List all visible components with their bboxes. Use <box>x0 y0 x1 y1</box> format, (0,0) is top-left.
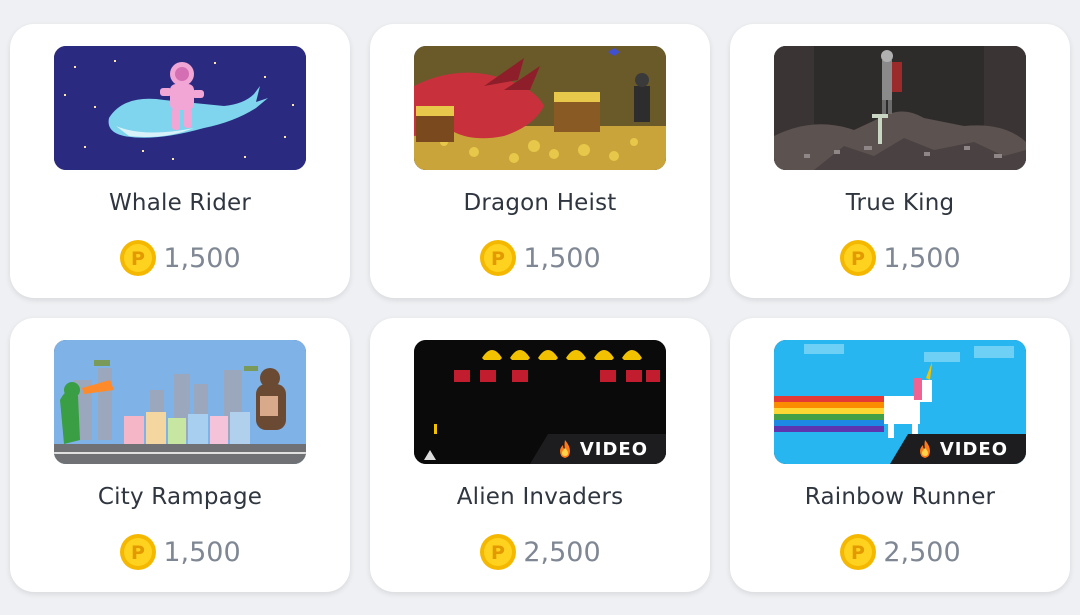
video-label: VIDEO <box>939 438 1008 460</box>
game-price: P 1,500 <box>10 532 350 572</box>
game-card-alien-invaders[interactable]: VIDEO Alien Invaders P 2,500 <box>370 318 710 592</box>
svg-text:P: P <box>491 248 505 270</box>
game-price: P 2,500 <box>370 532 710 572</box>
game-title: City Rampage <box>97 484 263 510</box>
coin-icon: P <box>480 240 517 276</box>
game-title: Dragon Heist <box>463 190 617 216</box>
flame-icon <box>919 440 930 458</box>
whale-rider-thumbnail <box>54 46 306 170</box>
video-badge: VIDEO <box>530 434 666 464</box>
price-value: 1,500 <box>163 242 241 274</box>
video-label: VIDEO <box>579 438 648 460</box>
coin-icon: P <box>840 534 877 570</box>
price-value: 2,500 <box>883 536 961 568</box>
game-shop-grid: Whale Rider P 1,500 Dragon Heist P 1,500… <box>0 0 1080 615</box>
game-price: P 1,500 <box>730 238 1070 278</box>
game-card-city-rampage[interactable]: City Rampage P 1,500 <box>10 318 350 592</box>
price-value: 2,500 <box>523 536 601 568</box>
rainbow-runner-thumbnail: VIDEO <box>774 340 1026 464</box>
game-price: P 1,500 <box>370 238 710 278</box>
game-card-rainbow-runner[interactable]: VIDEO Rainbow Runner P 2,500 <box>730 318 1070 592</box>
alien-invaders-thumbnail: VIDEO <box>414 340 666 464</box>
game-title: True King <box>845 190 955 216</box>
city-rampage-thumbnail <box>54 340 306 464</box>
coin-icon: P <box>840 240 877 276</box>
coin-icon: P <box>120 534 157 570</box>
svg-text:P: P <box>491 542 505 564</box>
game-card-whale-rider[interactable]: Whale Rider P 1,500 <box>10 24 350 298</box>
svg-text:P: P <box>131 248 145 270</box>
game-title: Rainbow Runner <box>804 484 996 510</box>
game-card-true-king[interactable]: True King P 1,500 <box>730 24 1070 298</box>
price-value: 1,500 <box>163 536 241 568</box>
svg-text:P: P <box>131 542 145 564</box>
game-card-dragon-heist[interactable]: Dragon Heist P 1,500 <box>370 24 710 298</box>
svg-text:P: P <box>851 542 865 564</box>
coin-icon: P <box>480 534 517 570</box>
svg-text:P: P <box>851 248 865 270</box>
coin-icon: P <box>120 240 157 276</box>
flame-icon <box>559 440 570 458</box>
price-value: 1,500 <box>883 242 961 274</box>
dragon-heist-thumbnail <box>414 46 666 170</box>
game-price: P 1,500 <box>10 238 350 278</box>
video-badge: VIDEO <box>890 434 1026 464</box>
game-title: Whale Rider <box>108 190 252 216</box>
game-price: P 2,500 <box>730 532 1070 572</box>
price-value: 1,500 <box>523 242 601 274</box>
true-king-thumbnail <box>774 46 1026 170</box>
game-title: Alien Invaders <box>456 484 624 510</box>
